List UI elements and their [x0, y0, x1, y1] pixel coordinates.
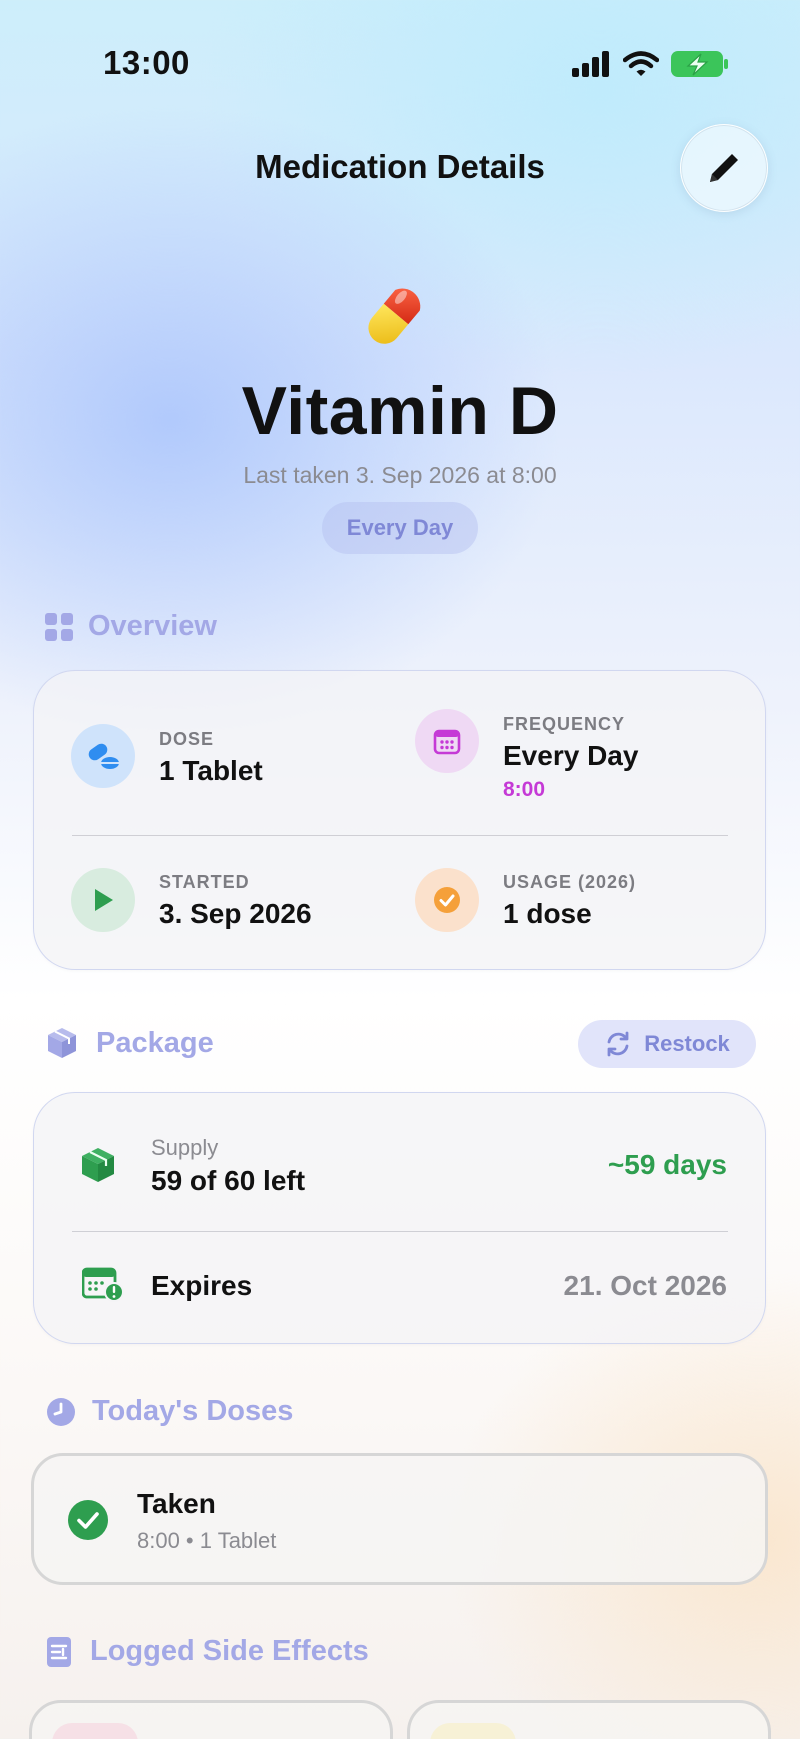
started-icon-circle	[71, 868, 135, 932]
pencil-icon	[710, 154, 738, 182]
side-effect-card[interactable]	[29, 1700, 393, 1739]
status-icons	[571, 50, 729, 78]
refresh-icon	[607, 1031, 629, 1057]
dose-entry-card[interactable]: Taken 8:00 • 1 Tablet	[31, 1453, 768, 1585]
dose-status: Taken	[137, 1488, 216, 1519]
status-time: 13:00	[103, 44, 190, 81]
supply-label: Supply	[151, 1135, 219, 1160]
frequency-value: Every Day	[503, 740, 639, 771]
side-effect-chip	[430, 1723, 516, 1739]
medication-name: Vitamin D	[241, 373, 559, 449]
todays-doses-title: Today's Doses	[92, 1395, 294, 1427]
supply-days: ~59 days	[607, 1149, 727, 1180]
grid-icon	[45, 612, 73, 641]
frequency-time: 8:00	[503, 778, 546, 801]
box-icon	[48, 1028, 76, 1058]
cellular-signal-icon	[572, 51, 609, 77]
dose-detail: 8:00 • 1 Tablet	[137, 1528, 277, 1553]
started-label: STARTED	[159, 872, 250, 892]
taken-check-icon	[68, 1500, 108, 1540]
edit-button[interactable]	[680, 124, 768, 212]
wifi-icon	[623, 51, 659, 76]
supply-box-icon	[82, 1148, 114, 1182]
expires-value: 21. Oct 2026	[563, 1270, 727, 1301]
usage-value: 1 dose	[503, 898, 592, 929]
frequency-icon-circle	[415, 709, 479, 773]
last-taken-text: Last taken 3. Sep 2026 at 8:00	[243, 462, 557, 488]
side-effect-card[interactable]	[407, 1700, 771, 1739]
package-header: Package	[46, 1026, 214, 1060]
usage-icon-circle	[415, 868, 479, 932]
todays-doses-header: Today's Doses	[46, 1395, 293, 1428]
overview-card: DOSE 1 Tablet FREQUENCY Every Day 8:00 S…	[33, 670, 766, 970]
dose-icon-circle	[71, 724, 135, 788]
side-effects-header: Logged Side Effects	[46, 1635, 369, 1668]
play-icon	[95, 889, 113, 911]
notes-icon	[47, 1636, 71, 1667]
overview-title: Overview	[88, 610, 217, 642]
frequency-badge: Every Day	[322, 502, 478, 554]
side-effects-title: Logged Side Effects	[90, 1635, 369, 1667]
calendar-alert-icon	[82, 1267, 124, 1302]
clock-icon	[47, 1397, 75, 1426]
dose-value: 1 Tablet	[159, 755, 263, 786]
pills-icon	[88, 743, 119, 769]
restock-label: Restock	[644, 1031, 730, 1056]
package-card: Supply 59 of 60 left ~59 days Expires 21…	[33, 1092, 766, 1344]
side-effect-chip	[52, 1723, 138, 1739]
frequency-label: FREQUENCY	[503, 714, 626, 734]
checkmark-circle-icon	[434, 887, 460, 913]
battery-charging-icon	[671, 51, 728, 77]
started-value: 3. Sep 2026	[159, 898, 312, 929]
calendar-icon	[433, 729, 461, 755]
pill-icon	[368, 288, 421, 344]
restock-button[interactable]: Restock	[578, 1020, 756, 1068]
package-title: Package	[96, 1026, 214, 1059]
package-divider	[72, 1231, 728, 1232]
usage-label: USAGE (2026)	[503, 872, 637, 892]
expires-label: Expires	[151, 1270, 253, 1301]
overview-header: Overview	[44, 610, 217, 643]
overview-divider	[72, 835, 728, 836]
supply-value: 59 of 60 left	[151, 1165, 306, 1196]
dose-label: DOSE	[159, 729, 215, 749]
